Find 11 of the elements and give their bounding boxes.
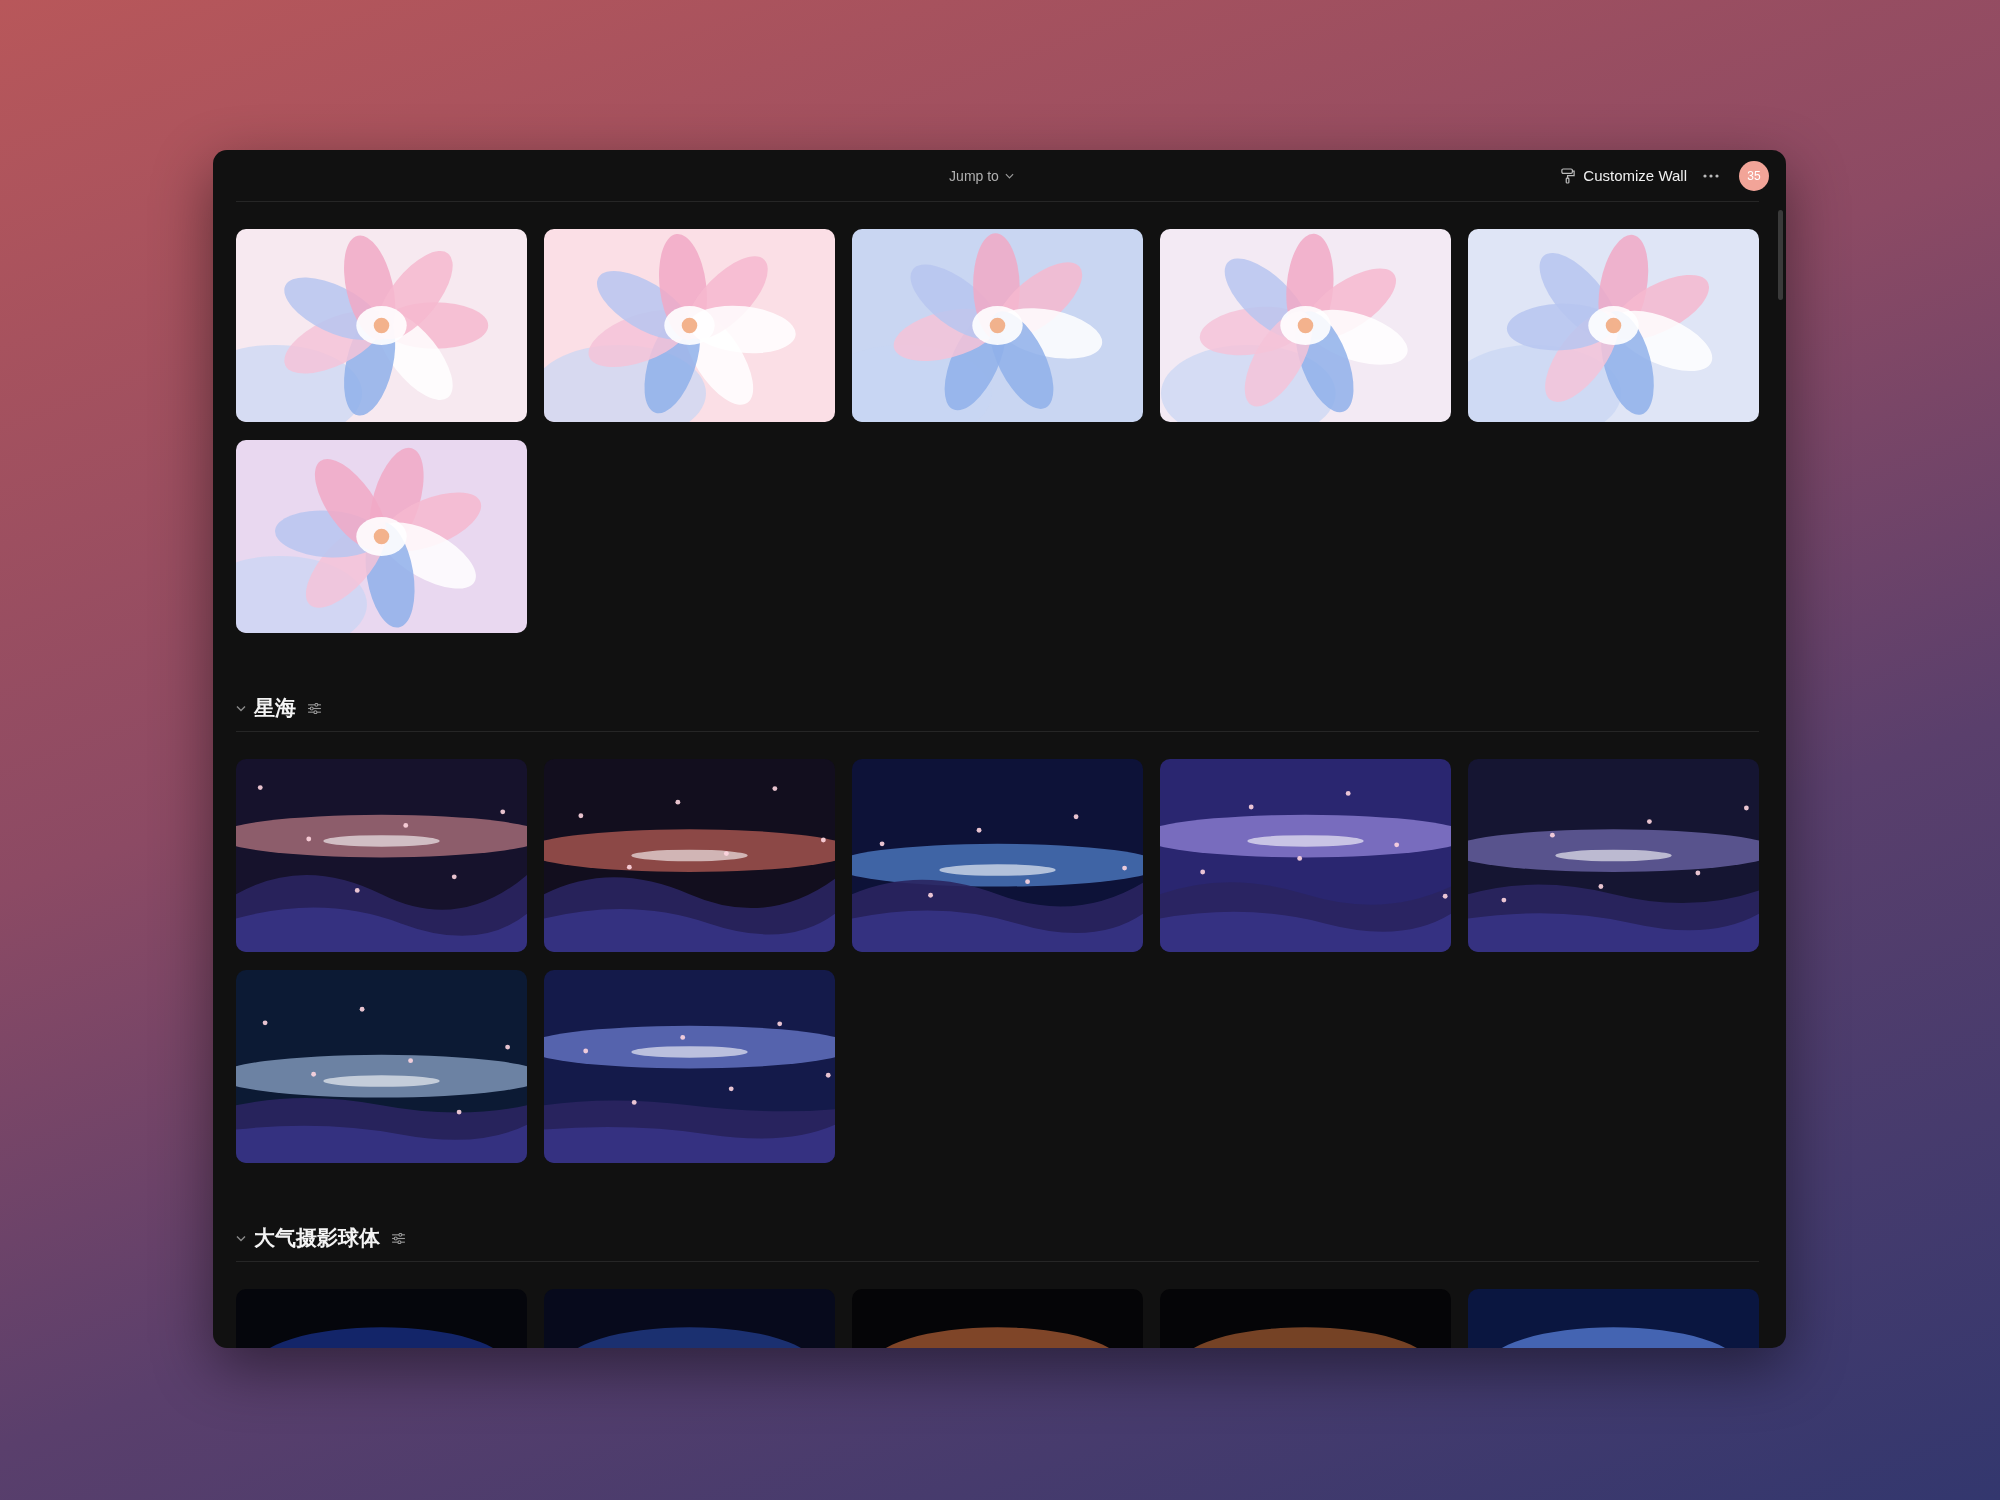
customize-wall-button[interactable]: Customize Wall (1561, 167, 1687, 184)
chevron-down-icon[interactable] (236, 704, 246, 712)
section-title: 星海 (254, 695, 296, 721)
paint-roller-icon (1561, 167, 1576, 184)
scrollbar[interactable] (1778, 210, 1783, 300)
filter-settings-icon[interactable] (308, 702, 321, 714)
filter-settings-icon[interactable] (392, 1232, 405, 1244)
chevron-down-icon[interactable] (236, 1234, 246, 1242)
jump-to-dropdown[interactable]: Jump to (949, 167, 1014, 184)
chevron-down-icon (1004, 172, 1014, 179)
section-title: 大气摄影球体 (254, 1225, 380, 1251)
